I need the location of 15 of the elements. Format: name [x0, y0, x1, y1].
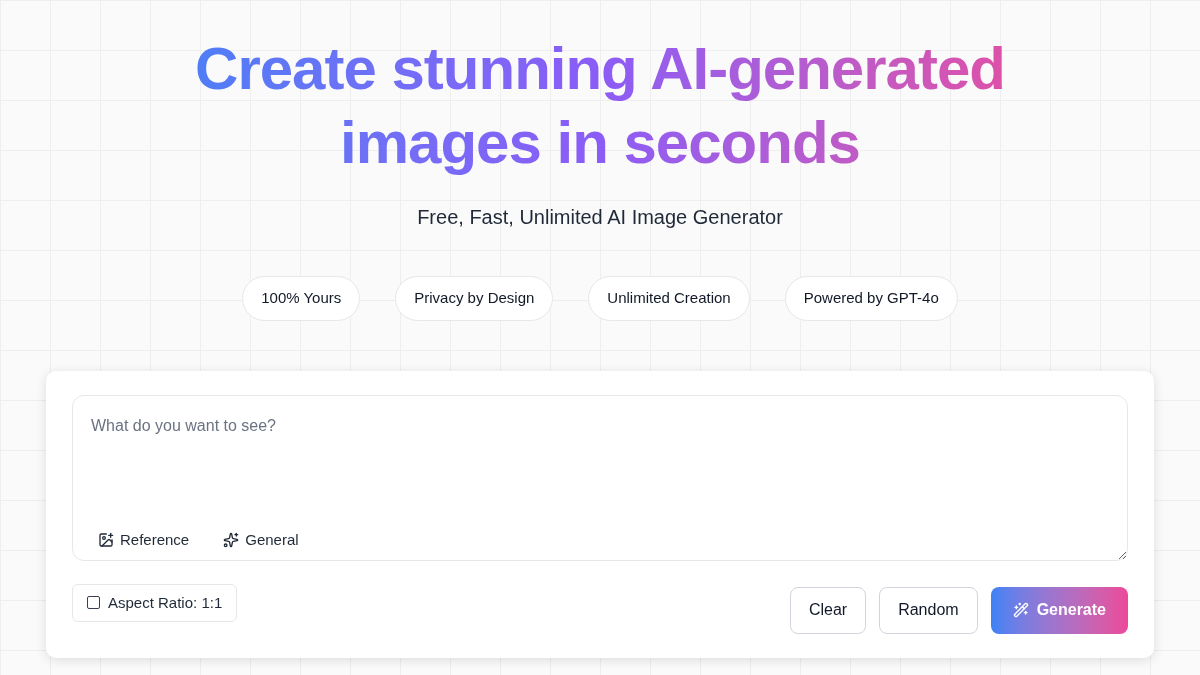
- generate-button[interactable]: Generate: [990, 586, 1128, 634]
- feature-badge: Powered by GPT-4o: [784, 276, 958, 321]
- action-button[interactable]: Clear: [789, 586, 867, 634]
- magic-wand-icon: [1012, 602, 1029, 618]
- feature-badge: Privacy by Design: [395, 276, 554, 321]
- hero-subtitle: Free, Fast, Unlimited AI Image Generator: [417, 205, 783, 230]
- prompt-tool-button[interactable]: Reference: [90, 525, 198, 556]
- feature-badge: Unlimited Creation: [588, 276, 750, 321]
- sparkle-icon: [223, 532, 240, 549]
- action-button[interactable]: Random: [879, 586, 978, 634]
- image-plus-icon: [98, 532, 114, 549]
- checkbox[interactable]: [87, 596, 100, 610]
- feature-badge: 100% Yours: [242, 276, 361, 321]
- prompt-tool-button[interactable]: General: [215, 525, 307, 556]
- aspect-ratio-button[interactable]: Aspect Ratio: 1:1: [72, 583, 238, 622]
